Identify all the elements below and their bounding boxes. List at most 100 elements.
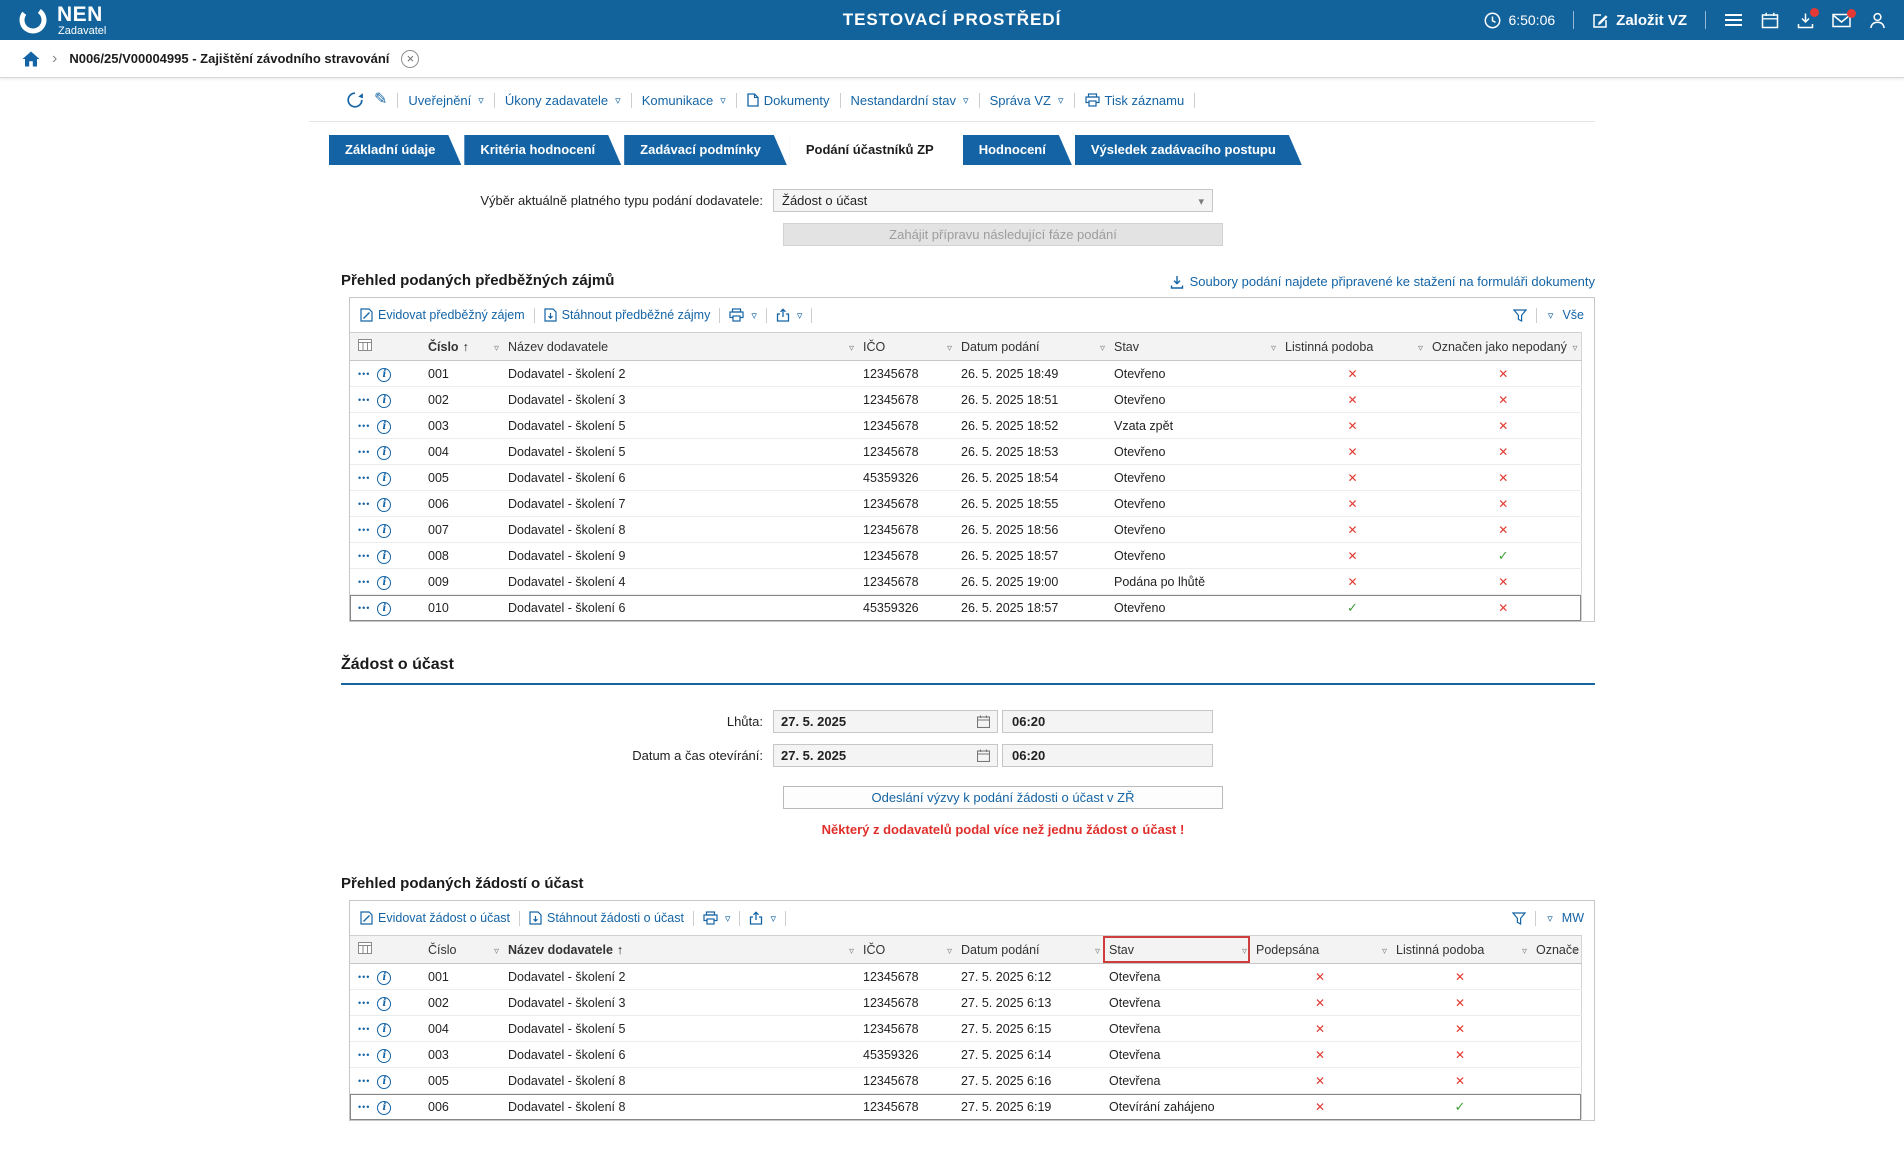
downloads-icon[interactable] [1797, 12, 1814, 29]
table-row[interactable]: 001Dodavatel - školení 21234567827. 5. 2… [350, 964, 1581, 990]
column-filter-icon[interactable] [1572, 340, 1577, 354]
row-info-icon[interactable] [377, 394, 391, 408]
print-grid-button[interactable] [703, 911, 731, 925]
column-header[interactable]: Listinná podoba [1279, 333, 1426, 361]
column-header[interactable]: Datum podání [955, 936, 1103, 964]
row-info-icon[interactable] [377, 550, 391, 564]
row-menu-icon[interactable] [358, 1102, 370, 1112]
menu-nonstandard-state[interactable]: Nestandardní stav [851, 93, 969, 108]
menu-contracting-tasks[interactable]: Úkony zadavatele [505, 93, 621, 108]
column-header[interactable]: Název dodavatele [502, 936, 857, 964]
row-menu-icon[interactable] [358, 1076, 370, 1086]
row-info-icon[interactable] [377, 420, 391, 434]
messages-icon[interactable] [1832, 13, 1851, 28]
brand[interactable]: NEN Zadavatel [18, 4, 106, 37]
submission-type-select[interactable]: Žádost o účast [773, 189, 1213, 212]
calendar-icon[interactable] [977, 749, 990, 762]
column-filter-icon[interactable] [1382, 943, 1387, 957]
row-menu-icon[interactable] [358, 998, 370, 1008]
start-next-phase-button[interactable]: Zahájit přípravu následující fáze podání [783, 223, 1223, 246]
table-row[interactable]: 001Dodavatel - školení 21234567826. 5. 2… [350, 361, 1581, 387]
row-menu-icon[interactable] [358, 499, 370, 509]
column-header[interactable]: Podepsána [1250, 936, 1390, 964]
user-icon[interactable] [1869, 12, 1886, 29]
row-menu-icon[interactable] [358, 395, 370, 405]
edit-icon[interactable]: ✎ [374, 92, 387, 108]
column-filter-icon[interactable] [1418, 340, 1423, 354]
row-menu-icon[interactable] [358, 525, 370, 535]
column-header[interactable]: IČO [857, 333, 955, 361]
column-filter-icon[interactable] [849, 943, 854, 957]
menu-print-record[interactable]: Tisk záznamu [1085, 93, 1185, 108]
row-menu-icon[interactable] [358, 551, 370, 561]
export-grid-button[interactable] [776, 308, 803, 322]
tab-hodnoceni[interactable]: Hodnocení [963, 135, 1072, 165]
calendar-icon[interactable] [977, 715, 990, 728]
column-header[interactable]: Datum podání [955, 333, 1108, 361]
column-header[interactable]: Stav [1103, 936, 1250, 964]
tab-vysledek-zadavaciho-postupu[interactable]: Výsledek zadávacího postupu [1075, 135, 1302, 165]
table-row[interactable]: 007Dodavatel - školení 81234567826. 5. 2… [350, 517, 1581, 543]
table-row[interactable]: 008Dodavatel - školení 91234567826. 5. 2… [350, 543, 1581, 569]
menu-publication[interactable]: Uveřejnění [408, 93, 483, 108]
column-header[interactable]: Stav [1108, 333, 1279, 361]
column-filter-icon[interactable] [1522, 943, 1527, 957]
history-icon[interactable] [346, 91, 364, 109]
row-menu-icon[interactable] [358, 603, 370, 613]
tab-podani-ucastniku-zp[interactable]: Podání účastníků ZP [790, 135, 960, 165]
table-row[interactable]: 006Dodavatel - školení 81234567827. 5. 2… [350, 1094, 1581, 1120]
column-header[interactable]: Označen jako nepodaný [1426, 333, 1581, 361]
column-header[interactable]: IČO [857, 936, 955, 964]
grid-view-selector[interactable] [1545, 912, 1553, 925]
table-row[interactable]: 009Dodavatel - školení 41234567826. 5. 2… [350, 569, 1581, 595]
tab-zakladni-udaje[interactable]: Základní údaje [329, 135, 461, 165]
download-requests-button[interactable]: Stáhnout žádosti o účast [529, 911, 684, 925]
send-invitation-button[interactable]: Odeslání výzvy k podání žádosti o účast … [783, 786, 1223, 809]
row-info-icon[interactable] [377, 524, 391, 538]
register-request-button[interactable]: Evidovat žádost o účast [360, 911, 510, 925]
home-icon[interactable] [22, 51, 40, 67]
row-info-icon[interactable] [377, 602, 391, 616]
deadline-date-field[interactable]: 27. 5. 2025 [773, 710, 998, 733]
table-row[interactable]: 005Dodavatel - školení 81234567827. 5. 2… [350, 1068, 1581, 1094]
column-chooser-icon[interactable] [350, 936, 422, 964]
row-menu-icon[interactable] [358, 1050, 370, 1060]
column-filter-icon[interactable] [494, 943, 499, 957]
table-row[interactable]: 004Dodavatel - školení 51234567826. 5. 2… [350, 439, 1581, 465]
column-filter-icon[interactable] [1572, 943, 1577, 957]
row-menu-icon[interactable] [358, 369, 370, 379]
table-row[interactable]: 002Dodavatel - školení 31234567827. 5. 2… [350, 990, 1581, 1016]
tab-kriteria-hodnoceni[interactable]: Kritéria hodnocení [464, 135, 621, 165]
table-row[interactable]: 010Dodavatel - školení 64535932626. 5. 2… [350, 595, 1581, 621]
column-filter-icon[interactable] [947, 340, 952, 354]
download-prelim-interests-button[interactable]: Stáhnout předběžné zájmy [544, 308, 711, 322]
row-menu-icon[interactable] [358, 473, 370, 483]
deadline-time-field[interactable]: 06:20 [1002, 710, 1213, 733]
close-record-icon[interactable] [401, 50, 419, 68]
row-menu-icon[interactable] [358, 972, 370, 982]
column-header[interactable]: Označe [1530, 936, 1581, 964]
column-header[interactable]: Číslo [422, 333, 502, 361]
breadcrumb-record[interactable]: N006/25/V00004995 - Zajištění závodního … [69, 51, 389, 66]
table-row[interactable]: 003Dodavatel - školení 51234567826. 5. 2… [350, 413, 1581, 439]
row-info-icon[interactable] [377, 368, 391, 382]
row-info-icon[interactable] [377, 997, 391, 1011]
print-grid-button[interactable] [729, 308, 757, 322]
opening-time-field[interactable]: 06:20 [1002, 744, 1213, 767]
menu-vz-administration[interactable]: Správa VZ [990, 93, 1064, 108]
column-filter-icon[interactable] [1271, 340, 1276, 354]
column-filter-icon[interactable] [1100, 340, 1105, 354]
column-header[interactable]: Název dodavatele [502, 333, 857, 361]
menu-documents[interactable]: Dokumenty [747, 93, 830, 108]
column-filter-icon[interactable] [494, 340, 499, 354]
row-menu-icon[interactable] [358, 577, 370, 587]
table-row[interactable]: 006Dodavatel - školení 71234567826. 5. 2… [350, 491, 1581, 517]
column-filter-icon[interactable] [1242, 943, 1247, 957]
row-info-icon[interactable] [377, 498, 391, 512]
row-menu-icon[interactable] [358, 1024, 370, 1034]
row-info-icon[interactable] [377, 576, 391, 590]
table-row[interactable]: 003Dodavatel - školení 64535932627. 5. 2… [350, 1042, 1581, 1068]
column-filter-icon[interactable] [947, 943, 952, 957]
grid-view-label[interactable]: Vše [1562, 308, 1584, 322]
row-info-icon[interactable] [377, 1049, 391, 1063]
